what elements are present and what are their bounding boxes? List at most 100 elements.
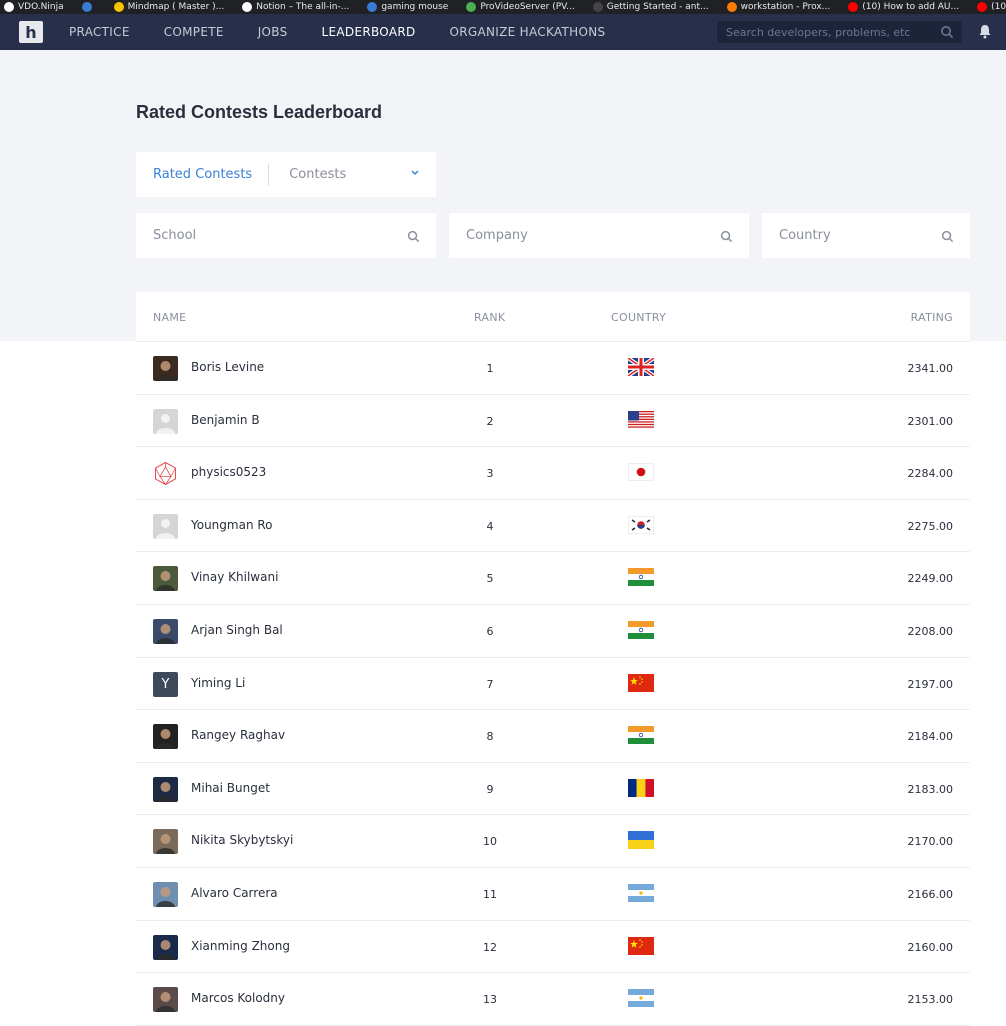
rank-value: 12 bbox=[483, 940, 497, 954]
country-flag-in-icon bbox=[628, 726, 654, 745]
rating-value: 2275.00 bbox=[907, 519, 954, 533]
avatar[interactable] bbox=[153, 776, 178, 802]
bookmark-item[interactable]: Mindmap ( Master )... bbox=[110, 2, 224, 12]
user-name-link[interactable]: Nikita Skybytskyi bbox=[191, 833, 293, 847]
user-name-link[interactable]: Youngman Ro bbox=[191, 518, 273, 532]
bookmark-item[interactable]: Getting Started - ant... bbox=[589, 2, 709, 12]
country-placeholder: Country bbox=[779, 228, 831, 243]
user-name-link[interactable]: Rangey Raghav bbox=[191, 728, 285, 742]
nav-organize-hackathons[interactable]: ORGANIZE HACKATHONS bbox=[450, 25, 606, 39]
bookmark-item[interactable]: (10) bbox=[973, 2, 1006, 12]
table-row[interactable]: Y Yiming Li 7 2197.00 bbox=[136, 658, 970, 711]
table-row[interactable]: physics0523 3 2284.00 bbox=[136, 447, 970, 500]
nav-jobs[interactable]: JOBS bbox=[258, 25, 288, 39]
search-icon[interactable] bbox=[940, 25, 954, 39]
bookmark-label: gaming mouse bbox=[381, 2, 449, 12]
bookmark-favicon-icon bbox=[592, 2, 603, 12]
avatar[interactable] bbox=[153, 408, 178, 434]
chevron-down-icon[interactable] bbox=[410, 169, 420, 177]
global-search-input[interactable]: Search developers, problems, etc bbox=[717, 21, 962, 43]
country-flag-in-icon bbox=[628, 568, 654, 587]
table-row[interactable]: Arjan Singh Bal 6 2208.00 bbox=[136, 605, 970, 658]
bookmark-item[interactable]: (10) How to add AU... bbox=[844, 2, 959, 12]
user-name-link[interactable]: Yiming Li bbox=[191, 676, 245, 690]
country-flag-jp-icon bbox=[628, 463, 654, 482]
company-filter-input[interactable]: Company bbox=[449, 213, 749, 258]
search-icon bbox=[407, 230, 420, 243]
bookmark-item[interactable]: Notion – The all-in-... bbox=[238, 2, 349, 12]
user-name-link[interactable]: physics0523 bbox=[191, 465, 266, 479]
table-row[interactable]: Xianming Zhong 12 2160.00 bbox=[136, 921, 970, 974]
nav-compete[interactable]: COMPETE bbox=[164, 25, 224, 39]
avatar[interactable] bbox=[153, 619, 178, 644]
tab-contests-dropdown[interactable]: Contests bbox=[289, 167, 346, 182]
rating-value: 2284.00 bbox=[907, 467, 954, 481]
tab-rated-contests[interactable]: Rated Contests bbox=[153, 167, 252, 182]
avatar[interactable] bbox=[153, 934, 178, 960]
user-name-link[interactable]: Marcos Kolodny bbox=[191, 991, 285, 1005]
user-name-link[interactable]: Boris Levine bbox=[191, 360, 264, 374]
avatar[interactable] bbox=[153, 829, 178, 855]
table-row[interactable]: Nikita Skybytskyi 10 2170.00 bbox=[136, 815, 970, 868]
bookmark-favicon-icon bbox=[848, 2, 859, 12]
contest-type-selector: Rated Contests Contests bbox=[136, 152, 436, 197]
bookmark-favicon-icon bbox=[367, 2, 378, 12]
bookmark-item[interactable]: gaming mouse bbox=[363, 2, 448, 12]
user-name-link[interactable]: Alvaro Carrera bbox=[191, 886, 278, 900]
bookmark-label: VDO.Ninja bbox=[18, 2, 64, 12]
bookmark-item[interactable]: ProVideoServer (PV... bbox=[462, 2, 575, 12]
bookmark-item[interactable]: VDO.Ninja bbox=[0, 2, 64, 12]
user-name-link[interactable]: Vinay Khilwani bbox=[191, 570, 278, 584]
bookmark-item[interactable]: workstation - Prox... bbox=[723, 2, 830, 12]
user-name-link[interactable]: Xianming Zhong bbox=[191, 939, 290, 953]
table-row[interactable]: Alvaro Carrera 11 2166.00 bbox=[136, 868, 970, 921]
country-flag-in-icon bbox=[628, 621, 654, 639]
nav-practice[interactable]: PRACTICE bbox=[69, 25, 130, 39]
avatar[interactable] bbox=[153, 356, 178, 381]
table-row[interactable]: Youngman Ro 4 2275.00 bbox=[136, 500, 970, 553]
header-rank: RANK bbox=[474, 311, 506, 324]
bookmark-label: Notion – The all-in-... bbox=[256, 2, 350, 12]
country-filter-input[interactable]: Country bbox=[762, 213, 970, 258]
country-flag-ar-icon bbox=[628, 989, 654, 1008]
hackerearth-logo[interactable]: h bbox=[19, 21, 43, 43]
school-filter-input[interactable]: School bbox=[136, 213, 436, 258]
country-flag-kr-icon bbox=[628, 515, 654, 534]
nav-leaderboard[interactable]: LEADERBOARD bbox=[322, 25, 416, 39]
table-row[interactable]: Rangey Raghav 8 2184.00 bbox=[136, 710, 970, 763]
table-row[interactable]: Vinay Khilwani 5 2249.00 bbox=[136, 552, 970, 605]
notification-bell-icon[interactable] bbox=[978, 24, 992, 39]
avatar[interactable]: Y bbox=[153, 671, 178, 697]
country-flag-us-icon bbox=[628, 410, 654, 429]
header-rating: RATING bbox=[910, 311, 953, 324]
country-flag-gb-icon bbox=[628, 358, 654, 376]
rating-value: 2197.00 bbox=[907, 677, 954, 691]
avatar[interactable] bbox=[153, 724, 178, 750]
table-row[interactable]: Benjamin B 2 2301.00 bbox=[136, 395, 970, 448]
table-row[interactable]: Boris Levine 1 2341.00 bbox=[136, 342, 970, 395]
table-row[interactable]: Marcos Kolodny 13 2153.00 bbox=[136, 973, 970, 1026]
avatar[interactable] bbox=[153, 882, 178, 907]
country-flag-ua-icon bbox=[628, 831, 654, 850]
search-icon bbox=[720, 230, 733, 243]
bookmark-label: ProVideoServer (PV... bbox=[480, 2, 575, 12]
table-row[interactable]: Mihai Bunget 9 2183.00 bbox=[136, 763, 970, 816]
table-header: NAME RANK COUNTRY RATING bbox=[136, 292, 970, 342]
avatar[interactable] bbox=[153, 513, 178, 539]
avatar[interactable] bbox=[153, 461, 178, 486]
search-icon bbox=[941, 230, 954, 243]
bookmark-label: (10) How to add AU... bbox=[862, 2, 960, 12]
bookmark-favicon-icon bbox=[81, 2, 92, 12]
avatar[interactable] bbox=[153, 566, 178, 592]
avatar[interactable] bbox=[153, 987, 178, 1013]
rating-value: 2249.00 bbox=[907, 572, 954, 586]
leaderboard-table: NAME RANK COUNTRY RATING Boris Levine 1 23… bbox=[136, 292, 970, 1026]
rating-value: 2183.00 bbox=[907, 782, 954, 796]
bookmark-item[interactable] bbox=[78, 2, 96, 12]
rating-value: 2208.00 bbox=[907, 625, 954, 638]
bookmark-label: Getting Started - ant... bbox=[606, 2, 709, 12]
user-name-link[interactable]: Arjan Singh Bal bbox=[191, 623, 283, 637]
user-name-link[interactable]: Benjamin B bbox=[191, 413, 260, 427]
rating-value: 2160.00 bbox=[907, 940, 954, 954]
user-name-link[interactable]: Mihai Bunget bbox=[191, 781, 270, 795]
